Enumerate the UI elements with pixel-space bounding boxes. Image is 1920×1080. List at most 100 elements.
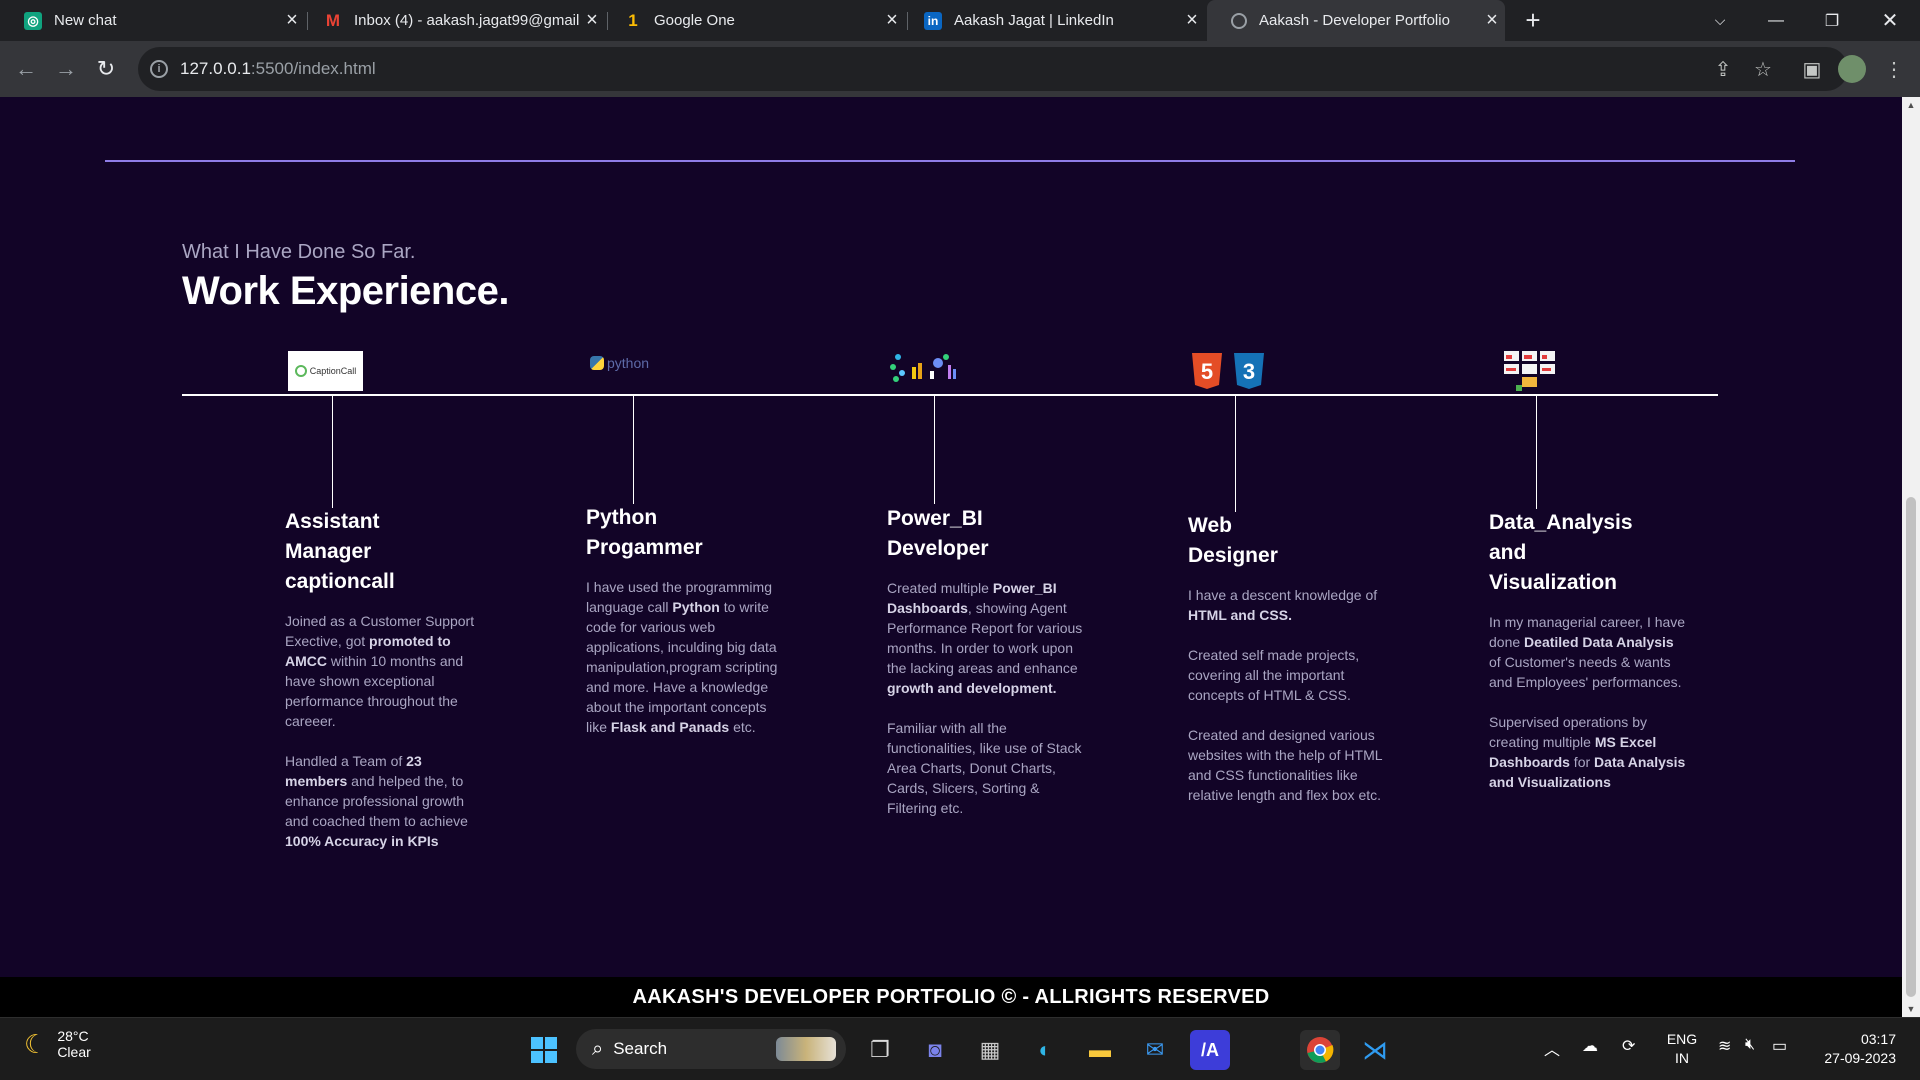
file-explorer-icon[interactable]: ▬: [1080, 1030, 1120, 1070]
start-windows-icon[interactable]: [524, 1030, 564, 1070]
experience-description: Created multiple Power_BI Dashboards, sh…: [887, 578, 1087, 818]
dashboard-tile: [1522, 377, 1537, 387]
experience-title-line: Data_Analysis: [1489, 511, 1633, 534]
new-tab-button[interactable]: +: [1505, 0, 1561, 41]
tab-google-one[interactable]: 1 Google One ×: [600, 0, 905, 41]
description-paragraph: Created self made projects, covering all…: [1188, 645, 1388, 705]
tab-new-chat[interactable]: ◎ New chat ×: [0, 0, 305, 41]
description-paragraph: Familiar with all the functionalities, l…: [887, 718, 1087, 818]
page-scrollbar[interactable]: ▲ ▼: [1902, 97, 1920, 1017]
description-highlight: Python: [672, 599, 720, 615]
taskbar-search-box[interactable]: ⌕ Search: [576, 1029, 846, 1069]
address-bar[interactable]: i 127.0.0.1:5500/index.html: [138, 47, 1848, 91]
description-text: to write code for various web applicatio…: [586, 599, 778, 735]
scroll-down-arrow-icon[interactable]: ▼: [1902, 1001, 1920, 1017]
weather-widget[interactable]: ☾ 28°C Clear: [24, 1028, 91, 1060]
app-launcher-icon[interactable]: /A: [1190, 1030, 1230, 1070]
captioncall-logo-text: CaptionCall: [309, 366, 357, 376]
experience-title-line: Web: [1188, 514, 1232, 537]
dashboard-tile-chart: [1506, 355, 1512, 359]
scroll-up-arrow-icon[interactable]: ▲: [1902, 97, 1920, 113]
experience-card: Data_Analysisand Visualization In my manag…: [1489, 508, 1689, 812]
section-heading: Work Experience.: [182, 269, 509, 313]
description-text: Created self made projects, covering all…: [1188, 647, 1360, 703]
tab-developer-portfolio[interactable]: Aakash - Developer Portfolio ×: [1207, 0, 1505, 41]
tab-title: Google One: [654, 12, 735, 29]
globe-icon: [1231, 12, 1247, 29]
search-icon: ⌕: [592, 1037, 604, 1060]
clock-date: 27-09-2023: [1824, 1050, 1896, 1066]
tab-title: Inbox (4) - aakash.jagat99@gmail.com: [354, 12, 579, 29]
google-one-icon: 1: [628, 10, 638, 30]
description-paragraph: Handled a Team of 23 members and helped …: [285, 751, 485, 851]
python-icon: [590, 356, 604, 370]
minimize-button[interactable]: —: [1748, 0, 1804, 41]
region-code: IN: [1675, 1050, 1689, 1066]
task-view-icon[interactable]: ❐: [860, 1030, 900, 1070]
menu-kebab-icon[interactable]: ⋮: [1880, 55, 1908, 83]
wifi-icon[interactable]: ≋: [1718, 1036, 1731, 1056]
experience-description: In my managerial career, I have done Dea…: [1489, 612, 1689, 792]
close-tab-icon[interactable]: ×: [1179, 9, 1205, 32]
system-clock[interactable]: 03:17 27-09-2023: [1806, 1030, 1896, 1068]
share-icon[interactable]: ⇪: [1709, 55, 1737, 83]
dashboard-tile-chart: [1542, 368, 1551, 371]
dashboard-tile-chart: [1524, 355, 1532, 359]
description-highlight: Deatiled Data Analysis: [1524, 634, 1674, 650]
experience-title-line: captioncall: [285, 570, 395, 593]
sync-icon[interactable]: ⟳: [1622, 1036, 1635, 1056]
forward-button[interactable]: →: [48, 51, 84, 87]
power-bi-dot: [933, 358, 943, 368]
experience-title-line: Manager: [285, 540, 372, 563]
python-logo-text: python: [607, 355, 650, 371]
teams-chat-icon[interactable]: ◙: [915, 1030, 955, 1070]
profile-avatar[interactable]: [1838, 55, 1866, 83]
weather-condition: Clear: [57, 1044, 91, 1060]
calculator-icon[interactable]: ▦: [970, 1030, 1010, 1070]
power-bi-bar: [912, 367, 916, 379]
close-tab-icon[interactable]: ×: [1479, 9, 1505, 32]
experience-description: Joined as a Customer Support Exective, g…: [285, 611, 485, 851]
description-text: Created and designed various websites wi…: [1188, 727, 1383, 803]
edge-browser-icon[interactable]: ◐: [1025, 1030, 1065, 1070]
chrome-icon[interactable]: [1300, 1030, 1340, 1070]
volume-muted-icon[interactable]: 🔇︎: [1745, 1036, 1755, 1054]
language-indicator[interactable]: ENG IN: [1662, 1030, 1702, 1068]
vscode-icon[interactable]: ⋊: [1355, 1030, 1395, 1070]
experience-card: Python Progammer I have used the programmi…: [586, 503, 786, 757]
tab-title: New chat: [54, 12, 117, 29]
section-divider: [105, 160, 1795, 162]
language-code: ENG: [1666, 1031, 1698, 1047]
tab-linkedin[interactable]: in Aakash Jagat | LinkedIn ×: [900, 0, 1205, 41]
back-button[interactable]: ←: [8, 51, 44, 87]
search-label: Search: [613, 1039, 668, 1058]
tab-gmail[interactable]: M Inbox (4) - aakash.jagat99@gmail.com ×: [300, 0, 605, 41]
scrollbar-thumb[interactable]: [1906, 497, 1916, 997]
mail-icon[interactable]: ✉: [1135, 1030, 1175, 1070]
show-hidden-icons-chevron-icon[interactable]: ︿: [1544, 1036, 1560, 1060]
windows-logo-icon: [531, 1037, 557, 1063]
description-paragraph: In my managerial career, I have done Dea…: [1489, 612, 1689, 692]
timeline-stem: [633, 396, 634, 504]
power-bi-logo: [890, 354, 956, 382]
battery-icon[interactable]: ▭: [1772, 1036, 1787, 1056]
tab-search-chevron-icon[interactable]: ⌵: [1692, 0, 1748, 41]
site-info-icon[interactable]: i: [150, 60, 168, 78]
bookmark-star-icon[interactable]: ☆: [1749, 55, 1777, 83]
side-panel-icon[interactable]: ▣: [1798, 55, 1826, 83]
close-window-button[interactable]: ✕: [1862, 0, 1918, 41]
dashboard-tile-chart: [1506, 368, 1516, 371]
timeline-line: [182, 394, 1718, 396]
experience-card: Assistant Manager captioncall Joined as a C…: [285, 507, 485, 871]
page-footer: AAKASH'S DEVELOPER PORTFOLIO © - ALLRIGH…: [0, 977, 1902, 1017]
svg-text:5: 5: [1201, 359, 1213, 384]
description-highlight: Flask and Panads: [610, 719, 730, 735]
experience-title-line: and: [1489, 541, 1527, 564]
experience-title-line: Power_BI: [887, 507, 983, 530]
description-text: I have a descent knowledge of: [1188, 587, 1378, 603]
onedrive-cloud-icon[interactable]: ☁: [1582, 1036, 1598, 1056]
restore-button[interactable]: ❐: [1804, 0, 1860, 41]
description-text: for: [1569, 754, 1595, 770]
reload-button[interactable]: ↻: [88, 51, 124, 87]
experience-title-line: Visualization: [1489, 571, 1617, 594]
